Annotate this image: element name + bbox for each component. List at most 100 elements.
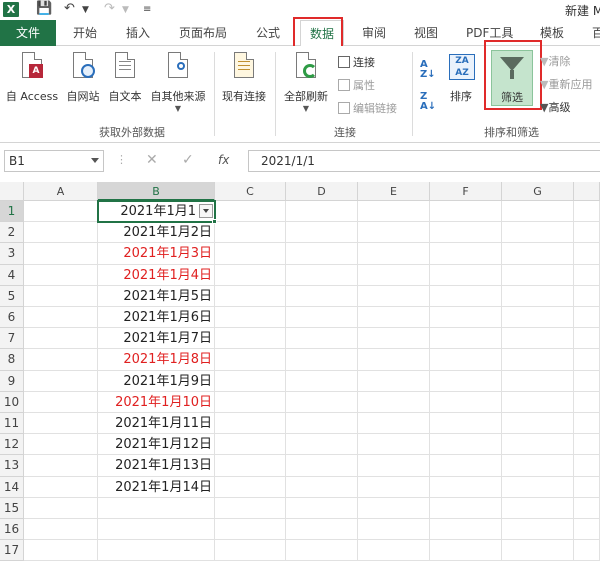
column-header-d[interactable]: D [286, 182, 358, 201]
cell[interactable] [24, 222, 98, 244]
cell[interactable] [286, 497, 358, 519]
chevron-down-icon[interactable] [91, 158, 99, 163]
cell[interactable] [502, 497, 574, 519]
cell[interactable] [502, 391, 574, 413]
cell[interactable] [502, 243, 574, 265]
column-header-g[interactable]: G [502, 182, 574, 201]
cell[interactable] [286, 243, 358, 265]
cell[interactable] [24, 476, 98, 498]
cell[interactable]: 2021年1月12日 [98, 434, 215, 456]
row-header[interactable]: 10 [0, 391, 24, 413]
cell[interactable] [358, 201, 430, 223]
cell[interactable] [430, 307, 502, 329]
tab-view[interactable]: 视图 [414, 20, 438, 46]
cell[interactable] [24, 370, 98, 392]
cell[interactable] [574, 307, 600, 329]
cell[interactable] [215, 370, 286, 392]
cell[interactable] [215, 434, 286, 456]
cell[interactable]: 2021年1月10日 [98, 391, 215, 413]
cell[interactable] [215, 519, 286, 541]
cell[interactable] [502, 476, 574, 498]
cell[interactable] [24, 307, 98, 329]
cell[interactable] [358, 370, 430, 392]
cell[interactable] [215, 349, 286, 371]
row-header[interactable]: 7 [0, 328, 24, 350]
confirm-icon[interactable]: ✓ [182, 152, 194, 168]
cell[interactable] [574, 370, 600, 392]
cell[interactable]: 2021年1月3日 [98, 243, 215, 265]
cell[interactable] [358, 391, 430, 413]
cell[interactable] [430, 497, 502, 519]
cell[interactable] [358, 413, 430, 435]
cell[interactable]: 2021年1月2日 [98, 222, 215, 244]
column-header-f[interactable]: F [430, 182, 502, 201]
cell[interactable] [430, 243, 502, 265]
cell[interactable] [98, 519, 215, 541]
cell[interactable] [358, 455, 430, 477]
cell[interactable] [215, 201, 286, 223]
cell[interactable] [358, 307, 430, 329]
redo-dropdown-icon[interactable]: ▼ [122, 5, 129, 15]
cell[interactable] [574, 413, 600, 435]
tab-more[interactable]: 百 [592, 20, 600, 46]
row-header[interactable]: 12 [0, 434, 24, 456]
cell[interactable] [430, 455, 502, 477]
cell[interactable] [502, 285, 574, 307]
cell[interactable] [502, 413, 574, 435]
cell[interactable] [574, 455, 600, 477]
cell[interactable] [215, 264, 286, 286]
cell[interactable] [430, 264, 502, 286]
cell[interactable] [574, 349, 600, 371]
column-header-next[interactable] [574, 182, 600, 201]
cell[interactable] [358, 349, 430, 371]
row-header[interactable]: 14 [0, 476, 24, 498]
cell[interactable] [358, 243, 430, 265]
cell[interactable] [574, 201, 600, 223]
cell[interactable] [24, 391, 98, 413]
cell[interactable]: 2021年1月9日 [98, 370, 215, 392]
cell[interactable] [215, 413, 286, 435]
row-header[interactable]: 1 [0, 201, 24, 223]
cell[interactable] [502, 307, 574, 329]
row-header[interactable]: 4 [0, 264, 24, 286]
column-header-c[interactable]: C [215, 182, 286, 201]
cell[interactable] [574, 328, 600, 350]
cell[interactable] [24, 243, 98, 265]
cell[interactable] [502, 370, 574, 392]
row-header[interactable]: 13 [0, 455, 24, 477]
cell[interactable] [502, 434, 574, 456]
cell[interactable] [430, 434, 502, 456]
clear-filter-button[interactable]: ▼清除 [540, 53, 570, 69]
connections-button[interactable]: 连接 [338, 54, 375, 70]
cell[interactable] [574, 264, 600, 286]
cell[interactable] [430, 413, 502, 435]
from-web-button[interactable]: 自网站 [62, 52, 104, 104]
cell[interactable] [215, 307, 286, 329]
cell[interactable] [502, 455, 574, 477]
cell[interactable] [430, 285, 502, 307]
cell[interactable] [24, 328, 98, 350]
cell[interactable] [286, 455, 358, 477]
cell[interactable]: 2021年1月11日 [98, 413, 215, 435]
cell[interactable] [502, 328, 574, 350]
cell[interactable] [215, 497, 286, 519]
cell[interactable] [358, 497, 430, 519]
cell[interactable] [286, 370, 358, 392]
cell[interactable] [286, 285, 358, 307]
cell[interactable]: 2021年1月7日 [98, 328, 215, 350]
row-header[interactable]: 8 [0, 349, 24, 371]
cell[interactable] [574, 434, 600, 456]
cell[interactable]: 2021年1月13日 [98, 455, 215, 477]
cell[interactable] [358, 222, 430, 244]
cell[interactable] [358, 476, 430, 498]
sort-za-button[interactable]: Z A↓ [420, 92, 436, 112]
cell[interactable] [430, 201, 502, 223]
cell[interactable] [502, 222, 574, 244]
cell[interactable] [286, 264, 358, 286]
from-other-sources-button[interactable]: 自其他来源 ▼ [146, 52, 210, 113]
row-header[interactable]: 15 [0, 497, 24, 519]
cell[interactable] [215, 391, 286, 413]
row-header[interactable]: 11 [0, 413, 24, 435]
cell[interactable] [286, 434, 358, 456]
cell[interactable] [358, 285, 430, 307]
